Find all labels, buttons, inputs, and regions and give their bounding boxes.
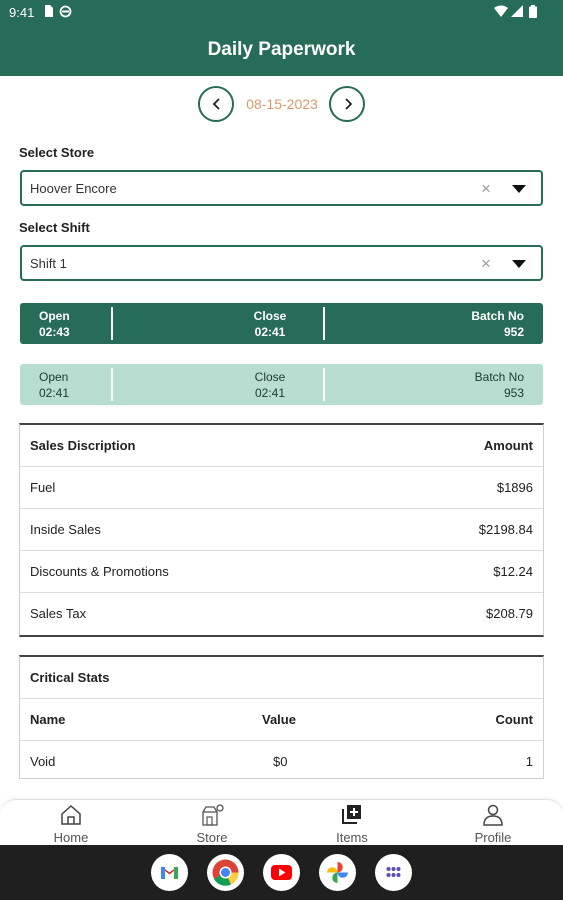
dropdown-caret-icon[interactable] (512, 185, 526, 193)
divider (111, 307, 113, 340)
chrome-icon[interactable] (207, 854, 244, 891)
table-header-row: Name Value Count (20, 699, 543, 741)
batch-open-time: 02:43 (39, 325, 70, 339)
batch-close-time: 02:41 (254, 325, 286, 339)
table-header-row: Sales Discription Amount (20, 425, 543, 467)
items-icon (342, 805, 361, 824)
page-title: Daily Paperwork (207, 39, 356, 60)
profile-icon (483, 804, 503, 826)
sales-table: Sales Discription Amount Fuel $1896 Insi… (19, 423, 544, 637)
sales-amount: $2198.84 (478, 522, 533, 537)
previous-date-button[interactable] (198, 86, 234, 122)
column-header-amount: Amount (483, 438, 533, 453)
status-bar: 9:41 (0, 0, 563, 26)
sales-description: Inside Sales (30, 522, 101, 537)
shift-select-value: Shift 1 (30, 256, 67, 271)
sales-description: Fuel (30, 480, 56, 495)
signal-icon (511, 5, 523, 20)
table-title-row: Critical Stats (20, 657, 543, 699)
batch-row-selected[interactable]: Open 02:43 Close 02:41 Batch No 952 (20, 303, 543, 344)
clear-store-icon[interactable]: × (481, 179, 491, 199)
date-navigator: 08-15-2023 (0, 86, 563, 122)
nav-label: Home (53, 830, 89, 845)
wifi-icon (494, 5, 508, 20)
system-dock (0, 845, 563, 900)
table-row: Fuel $1896 (20, 467, 543, 509)
batch-number: Batch No 952 (471, 308, 524, 340)
batch-close-label: Close (253, 309, 287, 323)
stat-value: $0 (273, 754, 288, 769)
column-header-value: Value (262, 712, 296, 727)
table-row: Sales Tax $208.79 (20, 593, 543, 635)
app-drawer-icon[interactable] (375, 854, 412, 891)
batch-open: Open 02:43 (39, 308, 70, 340)
critical-stats-title: Critical Stats (30, 670, 110, 685)
stat-name: Void (30, 754, 56, 769)
batch-row[interactable]: Open 02:41 Close 02:41 Batch No 953 (20, 364, 543, 405)
youtube-icon[interactable] (263, 854, 300, 891)
column-header-count: Count (495, 712, 533, 727)
store-icon (202, 804, 224, 826)
batch-number-label: Batch No (474, 370, 524, 384)
current-date[interactable]: 08-15-2023 (238, 96, 326, 112)
batch-number-label: Batch No (471, 309, 524, 323)
sync-icon (59, 5, 72, 21)
nav-profile[interactable]: Profile (448, 802, 538, 846)
gmail-icon[interactable] (151, 854, 188, 891)
batch-open-time: 02:41 (39, 386, 70, 400)
stat-count: 1 (525, 754, 533, 769)
sales-description: Discounts & Promotions (30, 564, 169, 579)
sales-amount: $12.24 (493, 564, 533, 579)
next-date-button[interactable] (329, 86, 365, 122)
shift-select-label: Select Shift (19, 220, 90, 235)
nav-store[interactable]: Store (167, 802, 257, 846)
home-icon (61, 804, 81, 825)
nav-items[interactable]: Items (307, 802, 397, 846)
app-bar: Daily Paperwork (0, 26, 563, 76)
battery-icon (529, 5, 537, 21)
bottom-navigation: Home Store Items Profile (0, 799, 563, 845)
status-time: 9:41 (9, 5, 35, 20)
chevron-right-icon (345, 98, 353, 110)
dropdown-caret-icon[interactable] (512, 260, 526, 268)
nav-label: Store (196, 830, 228, 845)
store-select[interactable]: Hoover Encore × (20, 170, 543, 206)
batch-close-time: 02:41 (254, 386, 286, 400)
batch-open-label: Open (39, 370, 69, 384)
sales-description: Sales Tax (30, 606, 87, 621)
batch-number-value: 952 (503, 325, 524, 339)
batch-close-label: Close (254, 370, 286, 384)
shift-select[interactable]: Shift 1 × (20, 245, 543, 281)
batch-close: Close 02:41 (230, 369, 310, 401)
nav-label: Items (336, 830, 368, 845)
batch-number: Batch No 953 (475, 369, 524, 401)
store-select-label: Select Store (19, 145, 95, 160)
sim-icon (44, 5, 53, 20)
divider (111, 368, 113, 401)
batch-close: Close 02:41 (230, 308, 310, 340)
sales-amount: $208.79 (486, 606, 533, 621)
nav-label: Profile (474, 830, 512, 845)
column-header-name: Name (30, 712, 66, 727)
nav-home[interactable]: Home (26, 802, 116, 846)
table-row: Discounts & Promotions $12.24 (20, 551, 543, 593)
chevron-left-icon (212, 98, 220, 110)
photos-icon[interactable] (319, 854, 356, 891)
batch-open-label: Open (39, 309, 70, 323)
table-row: Inside Sales $2198.84 (20, 509, 543, 551)
batch-open: Open 02:41 (39, 369, 69, 401)
store-select-value: Hoover Encore (30, 181, 117, 196)
clear-shift-icon[interactable]: × (481, 254, 491, 274)
batch-number-value: 953 (503, 386, 524, 400)
table-row: Void $0 1 (20, 741, 543, 778)
sales-amount: $1896 (496, 480, 533, 495)
divider (323, 307, 325, 340)
column-header-description: Sales Discription (30, 438, 136, 453)
critical-stats-table: Critical Stats Name Value Count Void $0 … (19, 655, 544, 779)
divider (323, 368, 325, 401)
